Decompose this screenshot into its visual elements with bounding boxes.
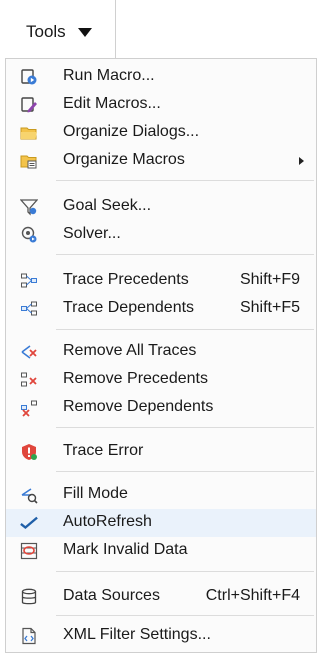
menu-item-autorefresh[interactable]: AutoRefresh <box>6 509 316 537</box>
menu-item-trace-precedents[interactable]: Trace Precedents Shift+F9 <box>6 267 316 295</box>
menu-separator <box>56 180 314 181</box>
menu-item-label: Organize Dialogs... <box>63 123 200 140</box>
menu-item-shortcut: Shift+F9 <box>239 271 300 288</box>
menu-item-run-macro[interactable]: Run Macro... <box>6 63 316 91</box>
menu-separator <box>56 571 314 572</box>
menu-item-mark-invalid-data[interactable]: Mark Invalid Data <box>6 537 316 565</box>
trace-dependents-icon <box>20 300 38 318</box>
menu-separator <box>56 615 314 616</box>
menu-item-xml-filter-settings[interactable]: XML Filter Settings... <box>6 622 316 650</box>
menu-item-shortcut: Shift+F5 <box>239 299 300 316</box>
xml-filter-icon <box>20 627 38 645</box>
menu-item-label: Trace Precedents <box>63 271 189 288</box>
menu-item-label: Edit Macros... <box>63 95 161 112</box>
remove-all-traces-icon <box>20 343 38 361</box>
menu-item-label: Goal Seek... <box>63 197 152 214</box>
menu-item-label: Fill Mode <box>63 485 128 502</box>
run-macro-icon <box>20 68 38 86</box>
submenu-arrow-icon <box>299 157 304 165</box>
menu-item-organize-dialogs[interactable]: Organize Dialogs... <box>6 119 316 147</box>
remove-precedents-icon <box>20 371 38 389</box>
edit-macros-icon <box>20 96 38 114</box>
folder-macros-icon <box>20 152 38 170</box>
menu-item-organize-macros[interactable]: Organize Macros <box>6 147 316 175</box>
menu-item-goal-seek[interactable]: Goal Seek... <box>6 193 316 221</box>
menu-item-label: Solver... <box>63 225 121 242</box>
tools-dropdown-menu: Run Macro... Edit Macros... Organize Dia… <box>5 58 317 653</box>
menu-item-trace-dependents[interactable]: Trace Dependents Shift+F5 <box>6 295 316 323</box>
menu-item-data-sources[interactable]: Data Sources Ctrl+Shift+F4 <box>6 583 316 611</box>
caret-down-icon <box>77 27 92 37</box>
mark-invalid-data-icon <box>20 542 38 560</box>
menu-item-shortcut: Ctrl+Shift+F4 <box>205 587 300 604</box>
menu-item-label: Mark Invalid Data <box>63 541 188 558</box>
menu-item-solver[interactable]: Solver... <box>6 221 316 249</box>
menu-item-edit-macros[interactable]: Edit Macros... <box>6 91 316 119</box>
menu-bar: Tools <box>0 0 320 58</box>
menubar-divider <box>115 0 116 58</box>
menu-item-label: Trace Error <box>63 442 144 459</box>
trace-error-icon <box>20 443 38 461</box>
remove-dependents-icon <box>20 399 38 417</box>
menu-item-label: Remove Precedents <box>63 370 208 387</box>
menu-item-remove-precedents[interactable]: Remove Precedents <box>6 366 316 394</box>
menu-separator <box>56 329 314 330</box>
menu-item-label: XML Filter Settings... <box>63 626 211 643</box>
folder-icon <box>20 124 38 142</box>
menu-item-label: Remove Dependents <box>63 398 214 415</box>
menu-item-remove-all-traces[interactable]: Remove All Traces <box>6 338 316 366</box>
menu-item-remove-dependents[interactable]: Remove Dependents <box>6 394 316 422</box>
database-icon <box>20 588 38 606</box>
menu-item-trace-error[interactable]: Trace Error <box>6 438 316 466</box>
menu-separator <box>56 427 314 428</box>
goal-seek-icon <box>20 198 38 216</box>
menu-item-label: Data Sources <box>63 587 160 604</box>
menu-separator <box>56 471 314 472</box>
menu-item-label: AutoRefresh <box>63 513 152 530</box>
fill-mode-icon <box>20 486 38 504</box>
menu-item-label: Organize Macros <box>63 151 185 168</box>
menu-item-label: Trace Dependents <box>63 299 195 316</box>
trace-precedents-icon <box>20 272 38 290</box>
solver-icon <box>20 226 38 244</box>
menu-item-label: Run Macro... <box>63 67 155 84</box>
menu-item-fill-mode[interactable]: Fill Mode <box>6 481 316 509</box>
menu-separator <box>56 254 314 255</box>
tools-menu-label: Tools <box>26 22 66 41</box>
checkmark-icon <box>20 514 38 532</box>
menu-item-label: Remove All Traces <box>63 342 197 359</box>
tools-menu-button[interactable]: Tools <box>26 19 92 45</box>
